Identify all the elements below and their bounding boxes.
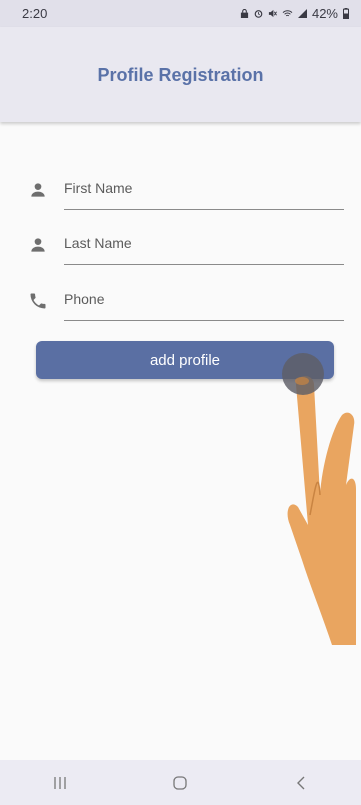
app-bar: Profile Registration xyxy=(0,27,361,122)
first-name-placeholder: First Name xyxy=(64,180,133,196)
status-bar: 2:20 42% xyxy=(0,0,361,27)
first-name-field[interactable]: First Name xyxy=(22,166,344,218)
person-icon xyxy=(31,238,45,252)
wifi-icon xyxy=(282,10,293,17)
alarm-icon xyxy=(254,10,263,18)
recent-apps-icon xyxy=(54,776,66,789)
phone-underline xyxy=(64,320,344,321)
back-button[interactable] xyxy=(271,768,331,798)
home-button[interactable] xyxy=(150,768,210,798)
last-name-placeholder: Last Name xyxy=(64,235,132,251)
signal-icon xyxy=(297,9,307,18)
status-icons: 42% xyxy=(240,6,349,21)
add-profile-label: add profile xyxy=(149,351,221,369)
lock-icon xyxy=(240,9,249,18)
touch-hand-icon xyxy=(282,353,356,645)
home-icon xyxy=(173,775,188,790)
last-name-field[interactable]: Last Name xyxy=(22,221,344,273)
add-profile-button[interactable]: add profile xyxy=(36,341,334,379)
navigation-bar xyxy=(0,760,361,805)
battery-icon xyxy=(343,8,349,19)
recent-apps-button[interactable] xyxy=(30,768,90,798)
battery-percent: 42% xyxy=(311,6,338,21)
phone-placeholder: Phone xyxy=(64,291,105,307)
phone-field[interactable]: Phone xyxy=(22,277,344,329)
mute-icon xyxy=(268,9,277,18)
page-title: Profile Registration xyxy=(97,65,264,85)
last-name-underline xyxy=(64,264,344,265)
first-name-underline xyxy=(64,209,344,210)
status-time: 2:20 xyxy=(22,6,48,21)
person-icon xyxy=(31,183,45,197)
back-icon xyxy=(296,776,305,789)
phone-icon xyxy=(30,293,46,309)
